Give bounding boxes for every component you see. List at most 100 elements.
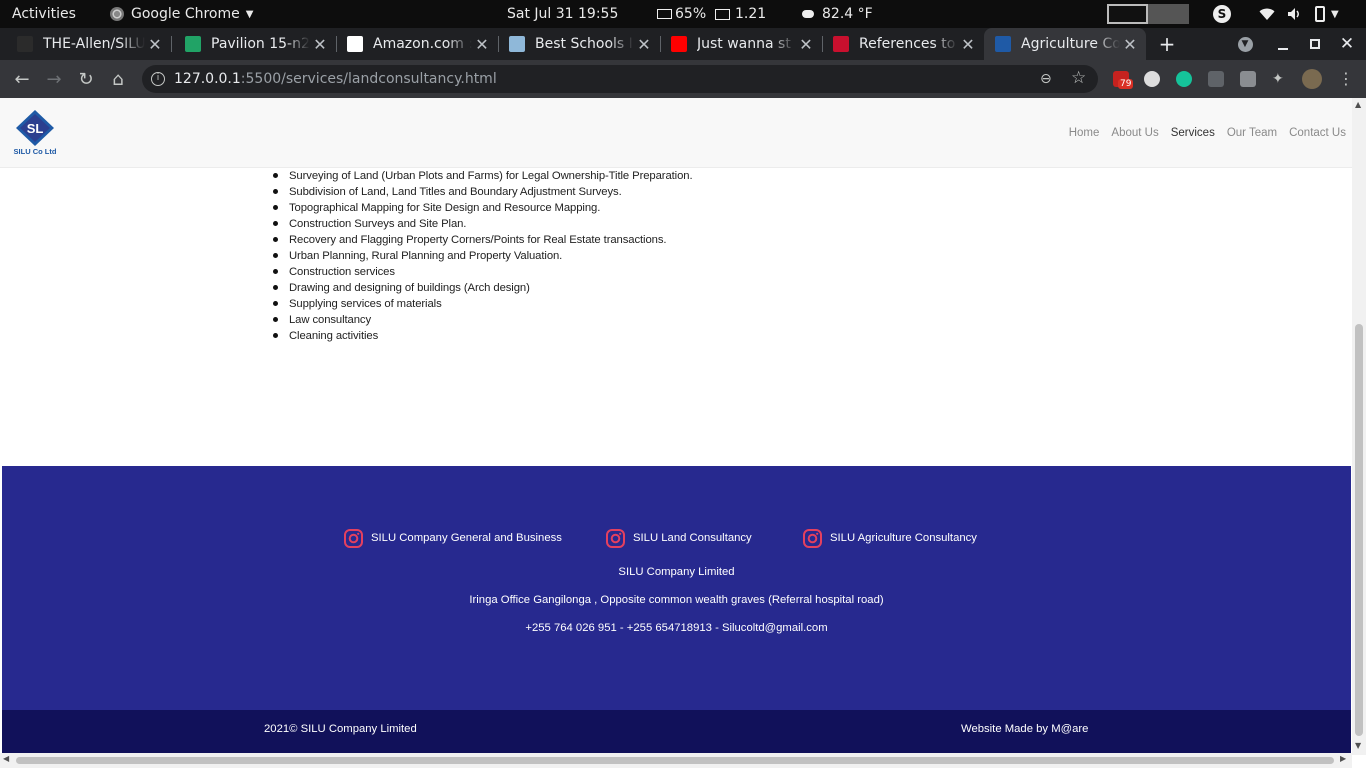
battery-icon [657,9,672,19]
close-tab-icon[interactable]: ✕ [310,35,330,54]
minimize-button[interactable] [1267,28,1299,60]
restore-button[interactable] [1299,28,1331,60]
app-menu[interactable]: Google Chrome ▼ [110,0,253,28]
home-icon: ⌂ [112,68,124,90]
tab-search-button[interactable]: ▼ [1229,28,1261,60]
scroll-down-icon[interactable]: ▼ [1355,741,1361,750]
back-button[interactable]: ← [6,60,38,98]
social-label: SILU Land Consultancy [633,532,752,544]
list-item: Law consultancy [271,312,692,328]
site-logo[interactable]: SL SILU Co Ltd [12,108,58,158]
nav-link[interactable]: Home [1063,127,1106,139]
footer-company: SILU Company Limited [618,566,735,578]
app-menu-label: Google Chrome [131,6,240,22]
workspace-2[interactable] [1148,4,1189,24]
address-bar[interactable]: i 127.0.0.1:5500/services/landconsultanc… [142,65,1098,93]
footer-address: Iringa Office Gangilonga , Opposite comm… [469,594,884,606]
list-item: Recovery and Flagging Property Corners/P… [271,232,692,248]
github-icon [17,36,33,52]
chrome-icon [110,7,124,21]
browser-tab[interactable]: Pavilion 15-n2 ✕ [174,28,337,60]
social-link-land[interactable]: SILU Land Consultancy [606,526,752,550]
services-list: Surveying of Land (Urban Plots and Farms… [271,168,693,344]
amazon-icon [347,36,363,52]
weather-indicator[interactable]: 82.4 °F [802,0,873,28]
tab-strip: THE-Allen/SILU ✕ Pavilion 15-n2 ✕ Amazon.com… [0,28,1366,60]
close-tab-icon[interactable]: ✕ [472,35,492,54]
minimize-icon [1278,48,1288,50]
youtube-icon [671,36,687,52]
scroll-up-icon[interactable]: ▲ [1355,100,1361,109]
credit: Website Made by M@are [961,723,1089,735]
social-label: SILU Company General and Business [371,532,562,544]
nav-link[interactable]: Our Team [1221,127,1283,139]
bookmark-star-icon[interactable]: ☆ [1071,68,1086,88]
chevron-down-icon: ▼ [1237,36,1253,52]
browser-tab[interactable]: Best Schools In ✕ [498,28,661,60]
home-button[interactable]: ⌂ [102,60,134,98]
vertical-scrollbar[interactable]: ▲ ▼ [1352,98,1366,755]
copyright: 2021© SILU Company Limited [264,723,417,735]
close-tab-icon[interactable]: ✕ [796,35,816,54]
clock-label: Sat Jul 31 19:55 [507,6,619,22]
browser-tab[interactable]: Just wanna st ✕ [660,28,823,60]
list-item: Construction Surveys and Site Plan. [271,216,692,232]
arrow-right-icon: → [46,68,62,90]
browser-tab[interactable]: THE-Allen/SILU ✕ [6,28,172,60]
social-link-general[interactable]: SILU Company General and Business [344,526,562,550]
close-tab-icon[interactable]: ✕ [1120,35,1140,54]
logo-mark: SL SILU Co Ltd [14,110,57,156]
scroll-thumb[interactable] [16,757,1334,764]
close-tab-icon[interactable]: ✕ [958,35,978,54]
tab-separator [171,36,172,52]
battery-label: 65% [675,6,707,22]
workspace-switcher[interactable] [1107,0,1189,28]
cloud-icon [802,10,814,18]
grammarly-icon[interactable] [1176,71,1192,87]
gmail-extension-icon[interactable]: 79 [1113,71,1134,89]
scroll-right-icon[interactable]: ▶ [1340,754,1346,763]
nav-link[interactable]: Contact Us [1283,127,1352,139]
info-icon[interactable]: i [151,72,165,86]
browser-tab[interactable]: Agriculture Co ✕ [984,28,1146,60]
tab-title: Just wanna st [697,36,791,52]
workspace-1[interactable] [1107,4,1148,24]
close-tab-icon[interactable]: ✕ [145,35,165,54]
avatar[interactable] [1302,69,1322,89]
menu-dots-icon[interactable]: ⋮ [1338,71,1354,87]
extension-r-icon[interactable] [1240,71,1256,87]
url-text: 127.0.0.1:5500/services/landconsultancy.… [174,71,497,87]
cpu-label: 1.21 [735,6,767,22]
activities-button[interactable]: Activities [12,0,76,28]
arrow-left-icon: ← [14,68,30,90]
puzzle-icon[interactable]: ✦ [1272,71,1288,87]
scroll-thumb[interactable] [1355,324,1363,736]
battery-charging-icon [1315,6,1325,22]
skype-icon[interactable]: S [1213,0,1231,28]
battery-indicator: 65% [657,0,706,28]
browser-tab[interactable]: References to ✕ [822,28,984,60]
close-window-button[interactable]: ✕ [1331,28,1363,60]
close-tab-icon[interactable]: ✕ [634,35,654,54]
nav-link[interactable]: Services [1165,127,1221,139]
mail-badge: 79 [1118,79,1134,89]
tab-title: Best Schools In [535,36,634,52]
logo-caption: SILU Co Ltd [14,147,57,156]
reload-button[interactable]: ↻ [70,60,102,98]
wifi-icon[interactable] [1259,0,1275,28]
extension-s-icon[interactable] [1144,71,1160,87]
clock[interactable]: Sat Jul 31 19:55 [507,0,618,28]
extension-c-icon[interactable] [1208,71,1224,87]
social-link-agriculture[interactable]: SILU Agriculture Consultancy [803,526,977,550]
browser-tab[interactable]: Amazon.com : ✕ [336,28,499,60]
zoom-icon[interactable]: ⊖ [1040,71,1052,87]
horizontal-scrollbar[interactable]: ◀ ▶ [0,753,1352,768]
power-menu[interactable]: ▼ [1315,0,1339,28]
scroll-left-icon[interactable]: ◀ [3,754,9,763]
new-tab-button[interactable]: + [1151,28,1183,60]
volume-icon[interactable] [1287,0,1301,28]
references-icon [833,36,849,52]
nav-link[interactable]: About Us [1105,127,1164,139]
url-host: 127.0.0.1 [174,71,241,87]
forward-button[interactable]: → [38,60,70,98]
